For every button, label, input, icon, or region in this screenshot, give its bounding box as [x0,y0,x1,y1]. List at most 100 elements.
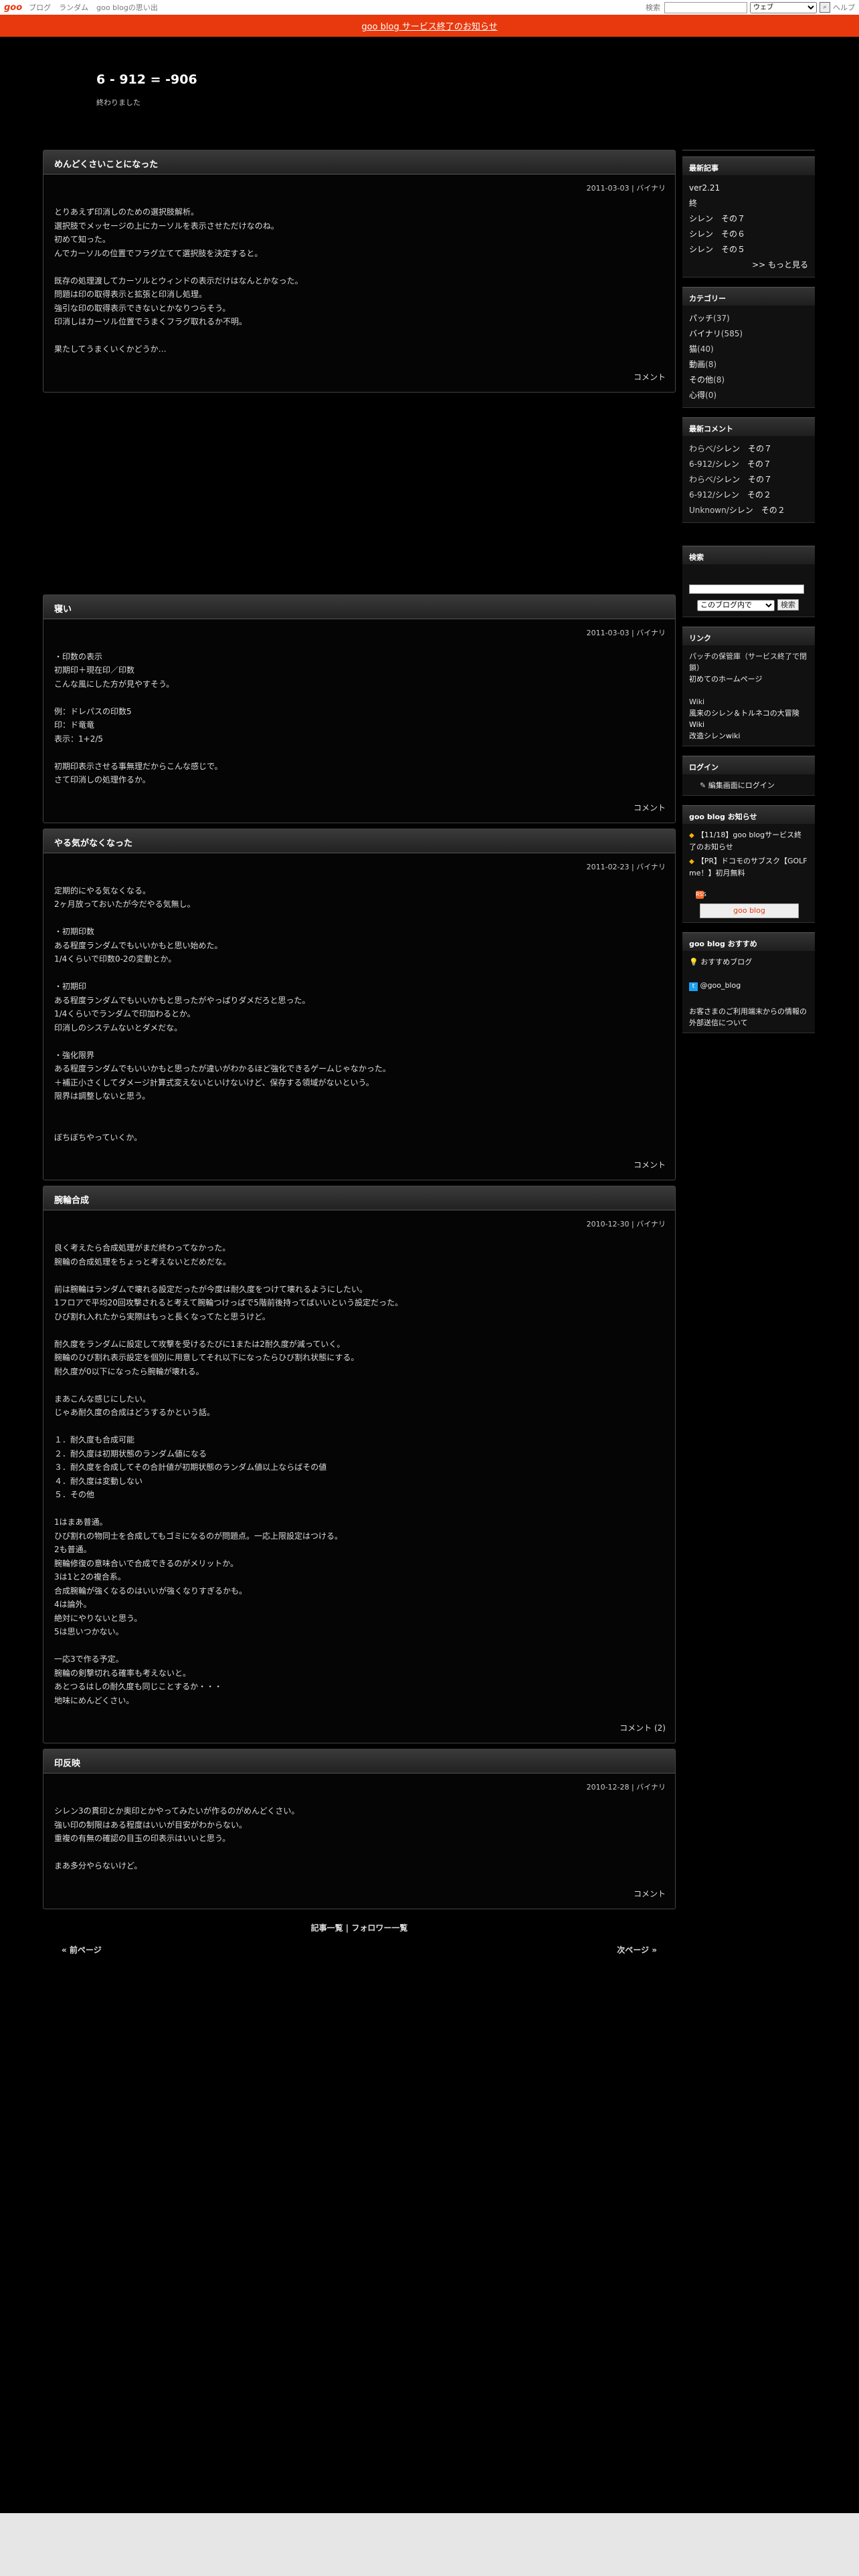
comment-author: Unknown/ [689,506,729,515]
links: リンク パッチの保管庫（サービス終了で閉鎖） 初めてのホームページ Wiki 風… [682,627,815,746]
blog-search-button[interactable]: 検索 [777,599,799,611]
entry-line: ＋補正小さくしてダメージ計算式変えないといけないけど、保存する領域がないという。 [54,1077,374,1087]
entry-line: 印消しのシステムないとダメだな。 [54,1023,183,1033]
entry-title[interactable]: 印反映 [43,1749,675,1774]
entry-line [54,1117,664,1131]
recommend-link[interactable]: おすすめブログ [700,958,752,966]
link-archive: パッチの保管庫（サービス終了で閉鎖） [689,652,807,672]
entry-line: 表示：1+2/5 [54,734,104,744]
entry-list-link[interactable]: 記事一覧 [311,1923,343,1933]
entry-body: とりあえず印消しのための選択肢解析。 選択肢でメッセージの上にカーソルを表示させた… [43,193,675,356]
entry-title[interactable]: 腕輪合成 [43,1186,675,1210]
recent-item[interactable]: 終 [689,199,697,208]
category-link[interactable]: パッチ [689,314,713,323]
entry-title[interactable]: 寝い [43,595,675,619]
link-shiren-wiki[interactable]: 風来のシレン＆トルネコの大冒険 Wiki [689,709,799,729]
prev-page-link[interactable]: « 前ページ [62,1944,102,1955]
help-link[interactable]: ヘルプ [833,2,855,13]
comment-link[interactable]: コメント [43,787,675,823]
category-link[interactable]: 動画 [689,360,705,369]
entry-line [54,260,664,274]
goo-blog-button[interactable]: goo blog [700,903,799,918]
list-links: 記事一覧 | フォロワー一覧 [43,1922,676,1933]
external-transmission-link[interactable]: お客さまのご利用端末からの情報の外部送信について [689,1007,807,1027]
category-count: (37) [713,314,730,323]
entry-2: やる気がなくなった 2011-02-23 | バイナリ 定期的にやる気なくなる。… [43,828,676,1180]
entry-date: 2011-03-03 | バイナリ [586,628,666,637]
follower-list-link[interactable]: フォロワー一覧 [351,1923,407,1933]
entry-line: まあ多分やらないけど。 [54,1861,142,1870]
pager: « 前ページ 次ページ » [43,1944,676,1955]
comment-entry-link[interactable]: シレン その７ [715,459,771,469]
goo-logo[interactable]: goo [4,3,22,13]
recommend-title: goo blog おすすめ [682,932,815,951]
ad-space [43,398,676,595]
blog-search-input[interactable] [689,584,804,594]
comment-link[interactable]: コメント (2) [43,1707,675,1743]
entry-line: 1/4くらいでランダムで印加わるとか。 [54,1009,195,1018]
search-scope-select[interactable]: ウェブ [750,1,817,13]
news-link[interactable]: 【11/18】goo blogサービス終了のお知らせ [689,831,801,851]
login-link[interactable]: 編集画面にログイン [708,781,775,790]
recent-item[interactable]: シレン その７ [689,214,745,223]
search-go-icon[interactable]: ⌕ [820,2,830,13]
nav-link-random[interactable]: ランダム [59,2,88,13]
recommend: goo blog おすすめ 💡 おすすめブログ t @goo_blog お客さま… [682,932,815,1033]
rss-icon[interactable]: RSS [696,891,706,899]
link-wiki-label: Wiki [689,697,705,706]
category-count: (8) [705,360,717,369]
entry-date: 2010-12-28 | バイナリ [586,1783,666,1792]
entry-line: 選択肢でメッセージの上にカーソルを表示させただけなのね。 [54,221,279,231]
entry-line: 絶対にやりないと思う。 [54,1613,142,1623]
comment-entry-link[interactable]: シレン その２ [715,490,771,500]
entry-line: まあこんな感じにしたい。 [54,1394,151,1404]
more-link[interactable]: >> もっと見る [752,260,808,270]
recent-entries: 最新記事 ver2.21 終 シレン その７ シレン その６ シレン その５ >… [682,156,815,278]
entry-title[interactable]: やる気がなくなった [43,829,675,853]
entry-line [54,1378,664,1392]
category-link[interactable]: 心得 [689,391,705,400]
entry-line: 初期印＋現在印／印数 [54,665,135,675]
news-title: goo blog お知らせ [682,805,815,824]
comment-entry-link[interactable]: シレン その２ [729,506,785,515]
nav-link-blog[interactable]: ブログ [29,2,51,13]
entry-line [54,746,664,760]
category-link[interactable]: その他 [689,375,713,385]
login-title: ログイン [682,756,815,774]
entry-line: １．耐久度も合成可能 [54,1435,135,1444]
service-end-link[interactable]: goo blog サービス終了のお知らせ [361,19,497,32]
entry-date: 2011-02-23 | バイナリ [586,862,666,871]
entry-line: 良く考えたら合成処理がまだ終わってなかった。 [54,1243,231,1253]
entry-line [54,1639,664,1653]
comment-link[interactable]: コメント [43,356,675,392]
entry-title[interactable]: めんどくさいことになった [43,150,675,175]
entry-line [54,1502,664,1516]
entry-line: 印消しはカーソル位置でうまくフラグ取れるか不明。 [54,317,248,326]
search-input[interactable] [664,1,747,13]
comment-link[interactable]: コメント [43,1144,675,1180]
entry-line: ・強化限界 [54,1050,95,1060]
comment-entry-link[interactable]: シレン その７ [716,444,772,453]
recent-item[interactable]: シレン その６ [689,229,745,239]
entry-line: ・初期印 [54,982,87,991]
comment-entry-link[interactable]: シレン その７ [716,475,772,484]
comment-link[interactable]: コメント [43,1873,675,1909]
twitter-link[interactable]: @goo_blog [700,981,741,990]
link-homepage[interactable]: 初めてのホームページ [689,675,762,683]
nav-link-memories[interactable]: goo blogの思い出 [96,2,158,13]
news-link[interactable]: 【PR】ドコモのサブスク【GOLF me！】初月無料 [689,857,807,877]
recent-item[interactable]: シレン その５ [689,245,745,254]
next-page-link[interactable]: 次ページ » [617,1944,657,1955]
category-link[interactable]: 猫 [689,344,697,354]
site-title[interactable]: 6 - 912 = -906 [96,72,197,87]
entry-line: 初めて知った。 [54,235,111,244]
search-label: 検索 [646,3,660,12]
recent-item[interactable]: ver2.21 [689,183,720,193]
category-link[interactable]: バイナリ [689,329,721,338]
blog-search-scope[interactable]: このブログ内で [697,599,775,611]
link-kaizou-wiki[interactable]: 改造シレンwiki [689,732,740,740]
entry-body: 定期的にやる気なくなる。 2ヶ月放っておいたが今だやる気無し。 ・初期印数 ある程度ラ… [43,872,675,1145]
entry-line [54,1103,664,1117]
entry-line: 3は1と2の複合系。 [54,1572,126,1582]
entry-body: シレン3の貫印とか奥印とかやってみたいが作るのがめんどくさい。 強い印の制限はある… [43,1792,675,1873]
